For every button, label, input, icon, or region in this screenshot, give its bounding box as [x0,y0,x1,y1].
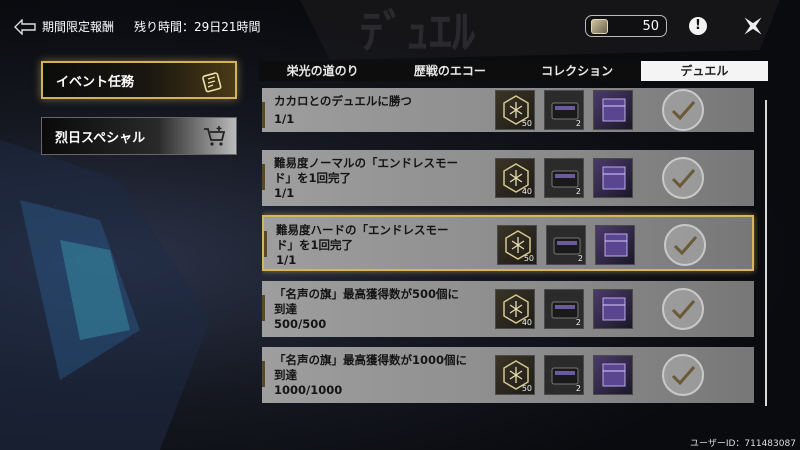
reward-quantity: 50 [521,119,532,128]
purple-box-reward-icon[interactable] [595,225,635,265]
medal-reward-icon[interactable]: 50 [495,355,535,395]
user-id: ユーザーID：711483087 [690,439,796,449]
reward-quantity: 50 [523,254,534,263]
page-title: 期間限定報酬 [42,20,115,34]
completed-check-icon [662,157,704,199]
coin-icon [591,18,608,34]
mission-title: 難易度ノーマルの「エンドレスモー ド」を1回完了 [274,156,458,185]
completed-check-icon [662,354,704,396]
row-marker [262,164,265,190]
medal-reward-icon[interactable]: 50 [495,90,535,130]
currency-display[interactable]: 50 [585,15,667,37]
scrollbar[interactable] [765,100,767,406]
mission-title: カカロとのデュエルに勝つ [274,94,412,108]
row-marker [262,361,265,387]
task-card-icon [202,72,222,93]
purple-box-reward-icon[interactable] [593,289,633,329]
purple-box-reward-icon[interactable] [593,355,633,395]
reward-quantity: 2 [577,254,583,263]
reward-quantity: 2 [575,187,581,196]
remaining-time: 残り時間：29日21時間 [134,20,261,34]
reward-quantity: 2 [575,318,581,327]
mission-row[interactable]: 難易度ハードの「エンドレスモー ド」を1回完了 1/1 50 2 [262,215,754,271]
purple-box-reward-icon[interactable] [593,158,633,198]
completed-check-icon [664,224,706,266]
close-icon[interactable] [741,14,765,38]
medal-reward-icon[interactable]: 50 [497,225,537,265]
mission-progress: 1/1 [274,186,295,200]
purple-box-reward-icon[interactable] [593,90,633,130]
medal-reward-icon[interactable]: 40 [495,158,535,198]
sidebar-item-special[interactable]: 烈日スペシャル [41,117,237,155]
reward-quantity: 40 [521,318,532,327]
reward-quantity: 40 [521,187,532,196]
sidebar-item-label: 烈日スペシャル [55,130,146,146]
row-marker [262,295,265,321]
mission-row[interactable]: カカロとのデュエルに勝つ 1/1 50 2 [262,88,754,132]
tab-collection[interactable]: コレクション [514,61,641,81]
mission-row[interactable]: 「名声の旗」最高獲得数が500個に 到達 500/500 40 2 [262,281,754,337]
currency-amount: 50 [642,18,659,34]
mission-row[interactable]: 「名声の旗」最高獲得数が1000個に 到達 1000/1000 50 2 [262,347,754,403]
row-marker [264,231,267,257]
medal-reward-icon[interactable]: 40 [495,289,535,329]
treasure-case-reward-icon[interactable]: 2 [544,158,584,198]
completed-check-icon [662,288,704,330]
treasure-case-reward-icon[interactable]: 2 [544,355,584,395]
treasure-case-reward-icon[interactable]: 2 [546,225,586,265]
reward-quantity: 50 [521,384,532,393]
mission-row[interactable]: 難易度ノーマルの「エンドレスモー ド」を1回完了 1/1 40 2 [262,150,754,206]
cart-icon [204,126,226,146]
tab-duel[interactable]: デュエル [640,61,768,81]
back-arrow-icon [14,18,36,35]
reward-quantity: 2 [575,384,581,393]
reward-quantity: 2 [575,119,581,128]
tab-veteran-echo[interactable]: 歴戦のエコー [386,61,513,81]
sidebar-item-event-tasks[interactable]: イベント任務 [41,61,237,99]
mission-title: 難易度ハードの「エンドレスモー ド」を1回完了 [276,223,449,252]
treasure-case-reward-icon[interactable]: 2 [544,289,584,329]
treasure-case-reward-icon[interactable]: 2 [544,90,584,130]
row-marker [262,102,265,128]
mission-progress: 1/1 [274,112,295,126]
back-button[interactable]: 期間限定報酬 残り時間：29日21時間 [14,18,261,35]
info-alert-icon[interactable]: ! [689,17,707,35]
tab-glory-road[interactable]: 栄光の道のり [259,61,386,81]
mission-progress: 500/500 [274,317,327,331]
top-bar: 期間限定報酬 残り時間：29日21時間 50 ! [0,0,800,56]
mission-progress: 1000/1000 [274,383,343,397]
mission-title: 「名声の旗」最高獲得数が1000個に 到達 [274,353,468,382]
mission-title: 「名声の旗」最高獲得数が500個に 到達 [274,287,460,316]
sidebar-item-label: イベント任務 [56,74,135,90]
tab-bar: 栄光の道のり 歴戦のエコー コレクション デュエル [259,61,768,81]
mission-progress: 1/1 [276,253,297,267]
completed-check-icon [662,89,704,131]
mission-list[interactable]: カカロとのデュエルに勝つ 1/1 50 2 難易度ノーマルの「エンドレスモー ド」を1回… [262,88,758,408]
